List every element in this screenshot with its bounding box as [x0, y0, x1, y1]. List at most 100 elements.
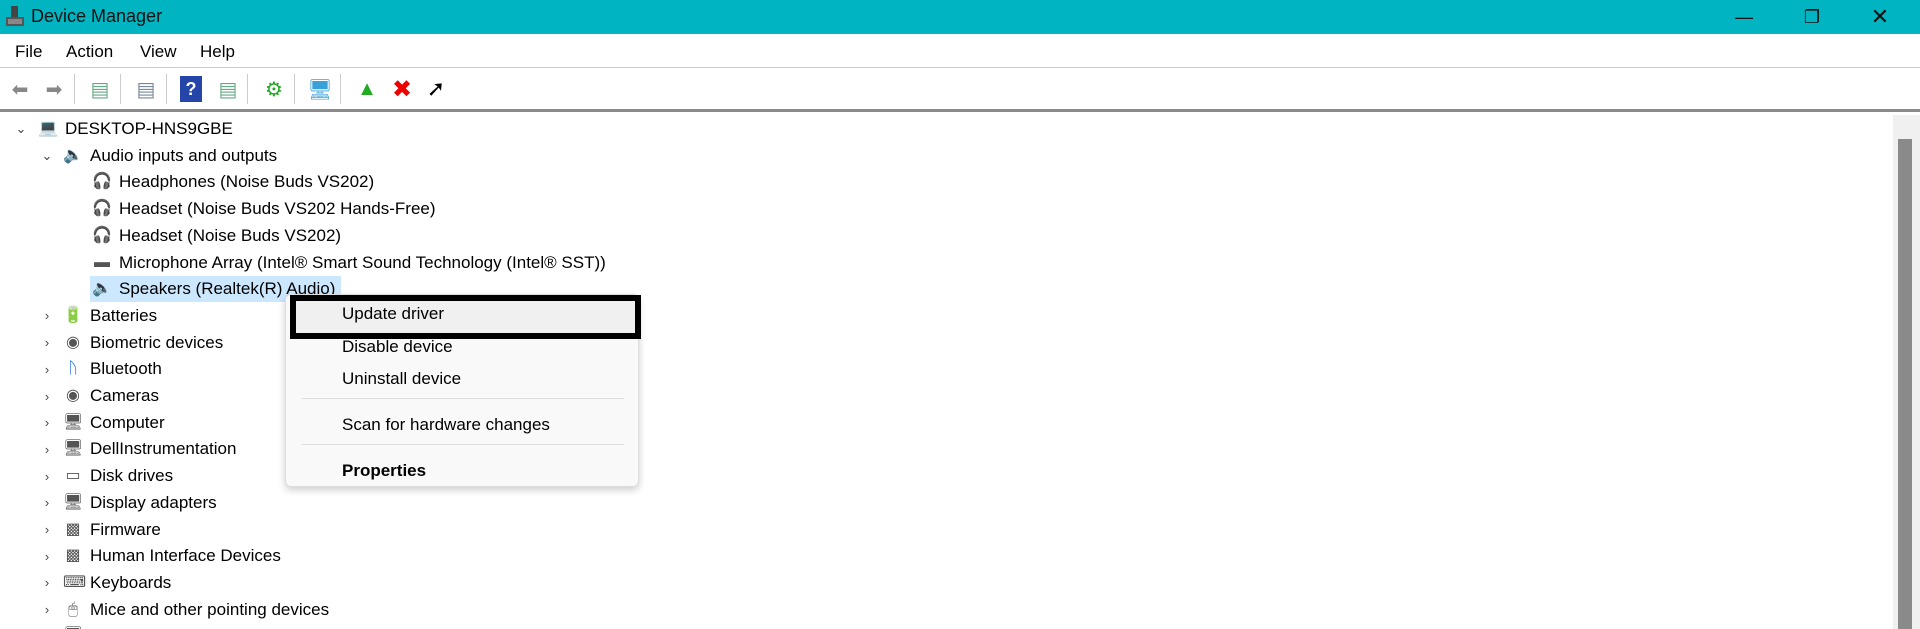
monitor-icon: 🖥 [63, 440, 84, 458]
fingerprint-icon: ◉ [66, 333, 80, 351]
tree-item-label: Batteries [90, 305, 158, 325]
tree-item[interactable]: › 🖱 Mice and other pointing devices [45, 597, 335, 623]
tree-item[interactable]: › 🖥 Computer [45, 410, 171, 436]
tree-item-label: Display adapters [90, 492, 217, 512]
tree-item[interactable]: 🎧 Headset (Noise Buds VS202) [90, 223, 347, 249]
title-bar: Device Manager — ❐ ✕ [0, 0, 1920, 34]
tree-item[interactable]: › ◉ Cameras [45, 383, 165, 409]
tree-item[interactable]: › ᚢ Bluetooth [45, 356, 168, 382]
action-pane-icon[interactable]: ▤ [214, 76, 242, 102]
chevron-down-icon[interactable]: ⌄ [14, 121, 28, 137]
help-icon[interactable]: ? [180, 76, 202, 102]
menu-uninstall-device[interactable]: Uninstall device [342, 369, 461, 389]
chevron-right-icon[interactable]: › [40, 602, 54, 617]
chevron-right-icon[interactable]: › [40, 308, 54, 323]
scan-hardware-icon[interactable]: 🖥 [306, 76, 334, 102]
tree-item[interactable]: › ▩ Human Interface Devices [45, 543, 287, 569]
uninstall-icon[interactable]: ✖ [388, 76, 416, 103]
chevron-right-icon[interactable]: › [40, 362, 54, 377]
menu-update-driver[interactable]: Update driver [342, 304, 444, 324]
tree-item[interactable]: ›🖥Monitors [45, 623, 161, 629]
tree-item[interactable]: ▬ Microphone Array (Intel® Smart Sound Te… [90, 250, 612, 276]
tree-item-label: Computer [90, 412, 165, 432]
tree-item[interactable]: › 🖥 DellInstrumentation [45, 436, 242, 462]
tree-item[interactable]: › ▩ Firmware [45, 517, 167, 543]
tree-item[interactable]: › ▭ Disk drives [45, 463, 179, 489]
device-tree: ⌄ 💻 DESKTOP-HNS9GBE ⌄ 🔈 Audio inputs and outp… [0, 115, 1893, 629]
chevron-right-icon[interactable]: › [40, 522, 54, 537]
monitor-icon: 🖥 [63, 413, 84, 431]
battery-icon: 🔋 [63, 306, 83, 324]
tree-item-label: DellInstrumentation [90, 439, 237, 459]
restore-button[interactable]: ❐ [1782, 0, 1842, 34]
camera-icon: ◉ [66, 387, 80, 404]
tree-item-label: Bluetooth [90, 359, 162, 379]
chevron-right-icon[interactable]: › [40, 335, 54, 350]
tree-item-label: Biometric devices [90, 332, 224, 352]
tree-item-label: Firmware [90, 519, 161, 539]
menu-view[interactable]: View [140, 42, 177, 62]
chevron-right-icon[interactable]: › [40, 495, 54, 510]
scrollbar-thumb[interactable] [1898, 139, 1912, 629]
context-menu: Update driver Disable device Uninstall d… [285, 294, 641, 487]
update-driver-icon[interactable]: ⚙ [260, 76, 288, 102]
hid-icon: ▩ [65, 547, 81, 565]
tree-item[interactable]: ⌄ 🔈 Audio inputs and outputs [42, 143, 283, 169]
toolbar: ⬅ ➡ ▤ ▤ ? ▤ ⚙ 🖥 ▲ ✖ ➚ [0, 68, 1920, 112]
tree-item[interactable]: 🎧 Headset (Noise Buds VS202 Hands-Free) [90, 196, 442, 222]
chevron-right-icon[interactable]: › [40, 575, 54, 590]
chip-icon: ▩ [65, 520, 81, 538]
window-title: Device Manager [31, 6, 163, 26]
keyboard-icon: ⌨ [63, 573, 87, 591]
menu-file[interactable]: File [15, 42, 42, 62]
tree-item[interactable]: ⌄ 💻 DESKTOP-HNS9GBE [16, 116, 239, 142]
microphone-icon: ▬ [94, 253, 110, 271]
mouse-icon: 🖱 [68, 600, 78, 618]
properties-icon[interactable]: ▤ [132, 76, 160, 102]
display-adapter-icon: 🖥 [63, 493, 84, 511]
device-manager-icon [6, 6, 24, 28]
headset-icon: 🎧 [92, 200, 112, 218]
enable-device-icon[interactable]: ▲ [353, 76, 381, 102]
tree-item-label: Cameras [90, 386, 159, 405]
minimize-button[interactable]: — [1714, 0, 1774, 34]
menu-scan-hardware[interactable]: Scan for hardware changes [342, 415, 550, 435]
menu-separator [302, 398, 624, 399]
menu-properties[interactable]: Properties [342, 461, 426, 481]
speaker-icon: 🔈 [92, 280, 112, 298]
tree-item[interactable]: › ◉ Biometric devices [45, 330, 229, 356]
speaker-icon: 🔈 [63, 146, 83, 164]
headphones-icon: 🎧 [92, 173, 112, 191]
chevron-right-icon[interactable]: › [40, 549, 54, 564]
bluetooth-icon: ᚢ [68, 360, 78, 378]
vertical-scrollbar[interactable] [1893, 115, 1920, 629]
menu-bar: File Action View Help [0, 34, 1920, 68]
close-button[interactable]: ✕ [1850, 0, 1910, 34]
tree-item[interactable]: › 🖥 Display adapters [45, 490, 223, 516]
computer-icon: 💻 [38, 120, 58, 137]
tree-item-label: Mice and other pointing devices [90, 599, 330, 619]
headset-icon: 🎧 [92, 226, 112, 244]
tree-item-label: Audio inputs and outputs [90, 145, 278, 165]
chevron-right-icon[interactable]: › [40, 389, 54, 404]
tree-item-label: Headset (Noise Buds VS202 Hands-Free) [119, 199, 436, 219]
menu-action[interactable]: Action [66, 42, 113, 62]
menu-disable-device[interactable]: Disable device [342, 337, 453, 357]
tree-item-label: Microphone Array (Intel® Smart Sound Tec… [119, 252, 606, 272]
chevron-down-icon[interactable]: ⌄ [40, 148, 54, 164]
chevron-right-icon[interactable]: › [40, 415, 54, 430]
tree-item-label: Human Interface Devices [90, 546, 281, 566]
show-hide-console-tree-icon[interactable]: ▤ [86, 76, 114, 102]
tree-item-label: Headset (Noise Buds VS202) [119, 225, 342, 245]
disable-device-icon[interactable]: ➚ [422, 76, 450, 102]
chevron-right-icon[interactable]: › [40, 442, 54, 457]
tree-item[interactable]: 🎧 Headphones (Noise Buds VS202) [90, 169, 380, 195]
tree-item[interactable]: › ⌨ Keyboards [45, 570, 177, 596]
forward-icon[interactable]: ➡ [40, 76, 68, 102]
disk-icon: ▭ [65, 467, 81, 485]
tree-item-label: DESKTOP-HNS9GBE [65, 119, 233, 138]
menu-help[interactable]: Help [200, 42, 235, 62]
back-icon[interactable]: ⬅ [6, 76, 34, 102]
tree-item[interactable]: › 🔋 Batteries [45, 303, 163, 329]
chevron-right-icon[interactable]: › [40, 469, 54, 484]
